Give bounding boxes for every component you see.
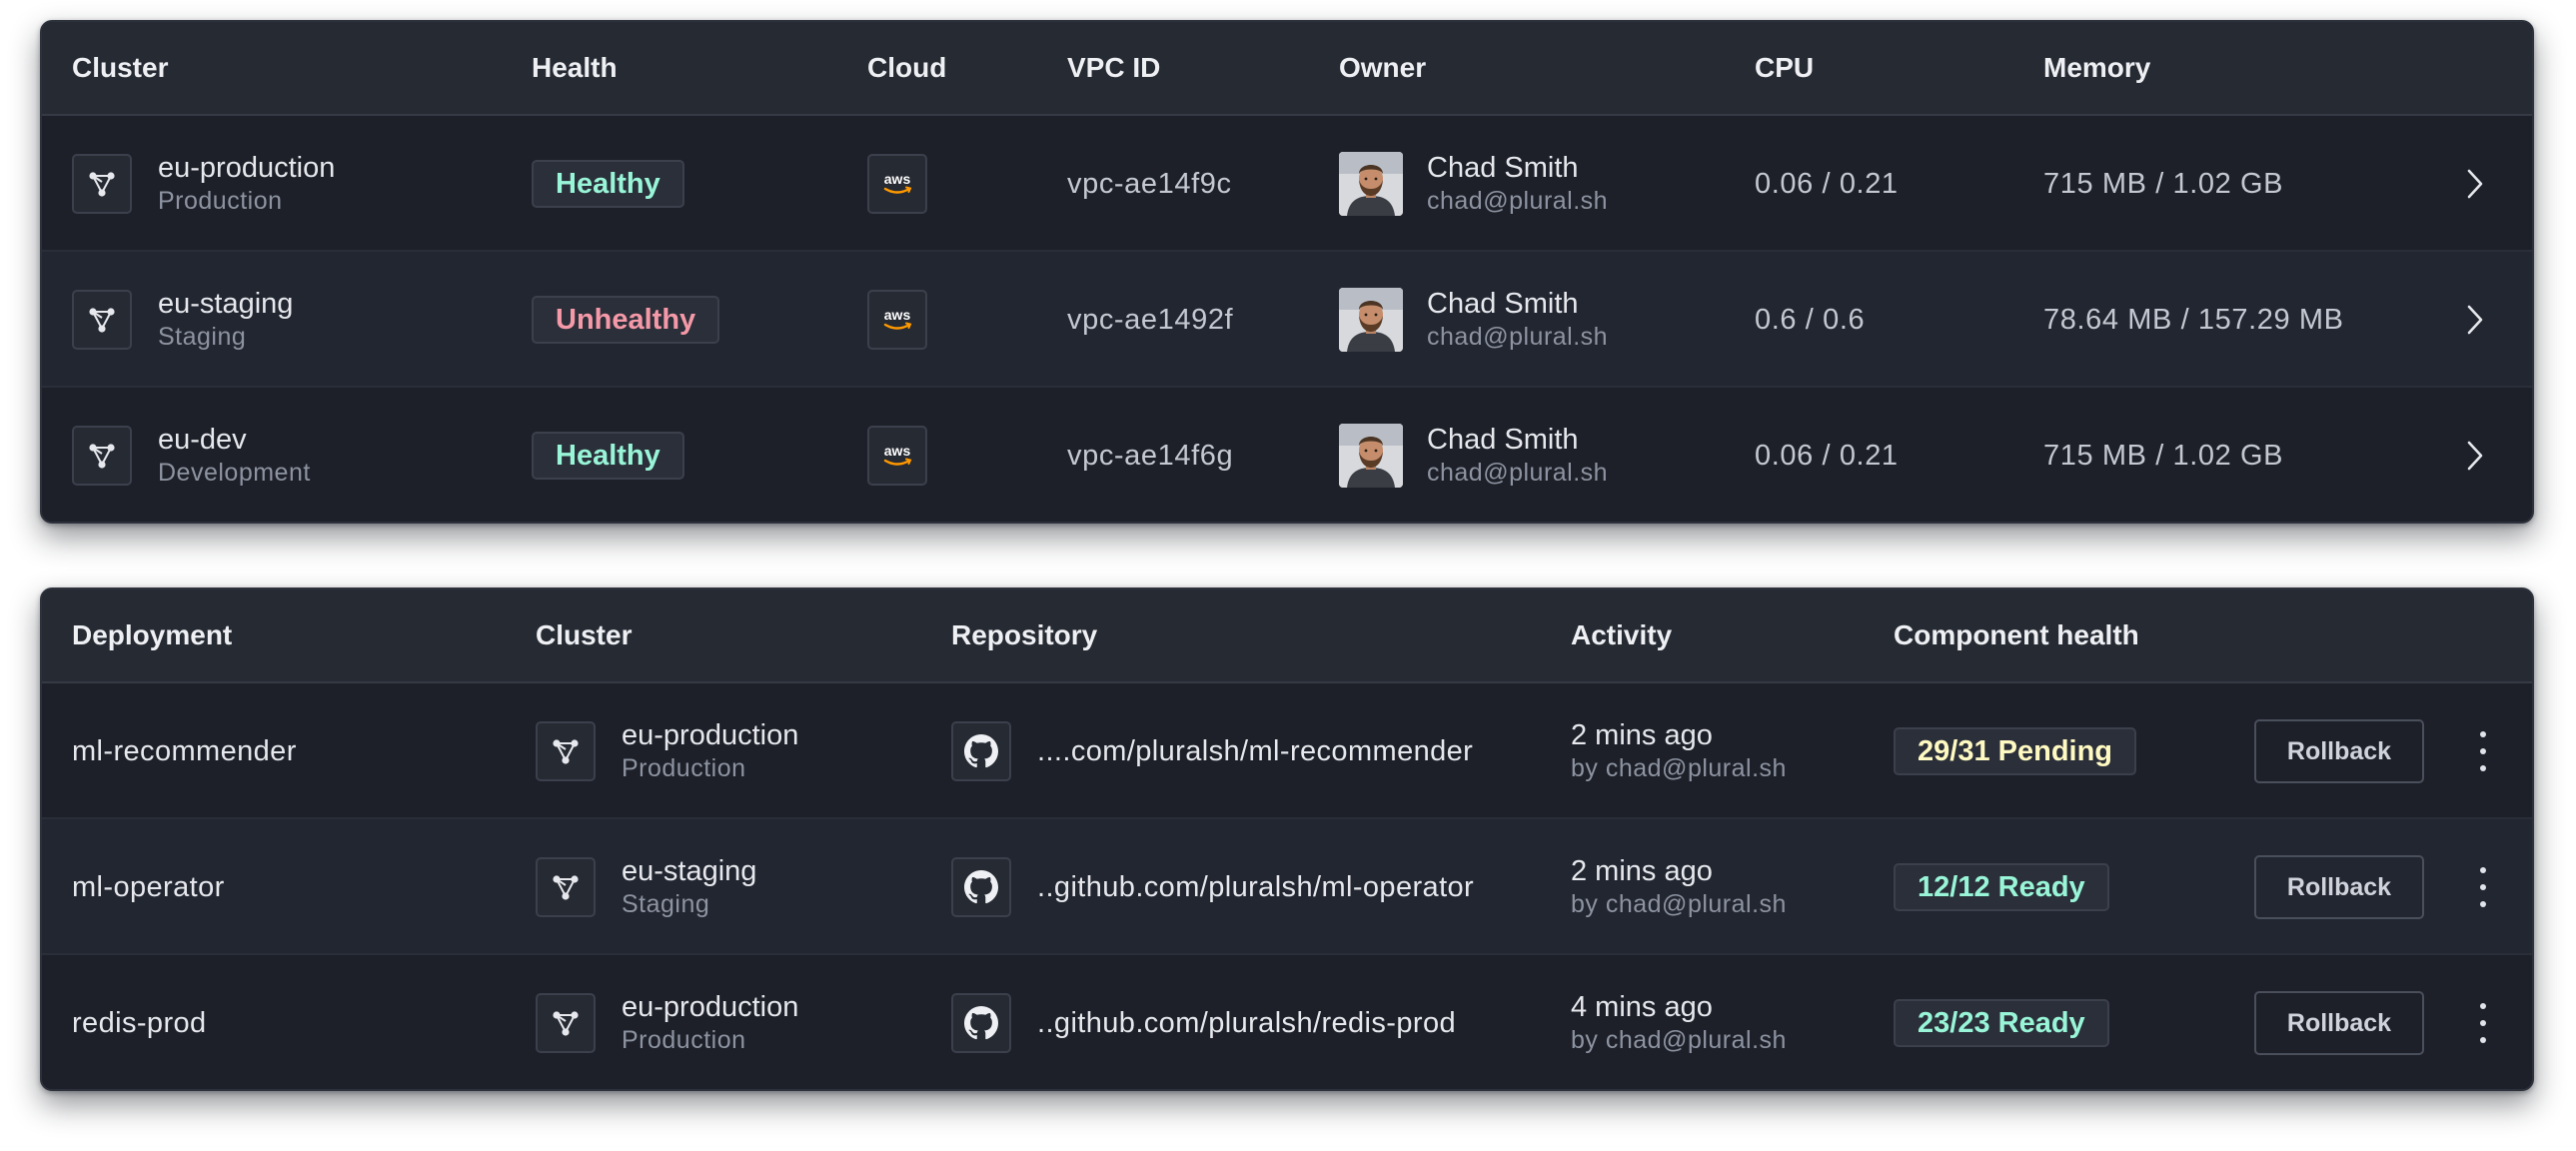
chevron-right-icon[interactable] xyxy=(2462,116,2488,252)
cluster-name: eu-production xyxy=(158,152,336,184)
more-vertical-icon[interactable] xyxy=(2476,683,2490,819)
chevron-right-icon[interactable] xyxy=(2462,252,2488,388)
owner-email: chad@plural.sh xyxy=(1427,459,1609,487)
cluster-environment: Production xyxy=(158,187,283,215)
header-deployment[interactable]: Deployment xyxy=(72,589,232,681)
cluster-icon xyxy=(536,993,596,1053)
cluster-icon xyxy=(72,154,132,214)
repository-link[interactable]: ..github.com/pluralsh/redis-prod xyxy=(1037,1006,1456,1040)
cluster-icon xyxy=(536,721,596,781)
vpc-id: vpc-ae14f9c xyxy=(1067,167,1232,200)
cluster-icon xyxy=(536,857,596,917)
header-cpu[interactable]: CPU xyxy=(1755,22,1814,114)
header-cloud[interactable]: Cloud xyxy=(867,22,946,114)
rollback-button[interactable]: Rollback xyxy=(2254,991,2424,1055)
svg-text:aws: aws xyxy=(884,171,911,187)
deployments-table-header: Deployment Cluster Repository Activity C… xyxy=(42,589,2532,683)
deployment-row[interactable]: ml-recommender eu-production Production...… xyxy=(42,683,2532,819)
aws-logo-icon: aws xyxy=(867,290,927,350)
more-vertical-icon[interactable] xyxy=(2476,819,2490,955)
deployments-table: Deployment Cluster Repository Activity C… xyxy=(40,587,2534,1091)
header-component-health[interactable]: Component health xyxy=(1894,589,2139,681)
activity-time: 2 mins ago xyxy=(1571,719,1713,751)
cluster-icon xyxy=(72,290,132,350)
deployment-row[interactable]: redis-prod eu-production Production ..githu… xyxy=(42,955,2532,1089)
health-badge: Unhealthy xyxy=(532,296,720,344)
header-repository[interactable]: Repository xyxy=(951,589,1097,681)
github-icon xyxy=(951,857,1011,917)
owner-avatar xyxy=(1339,288,1403,352)
cpu-usage: 0.06 / 0.21 xyxy=(1755,439,1899,472)
vpc-id: vpc-ae14f6g xyxy=(1067,439,1234,472)
cluster-row[interactable]: eu-dev Development Healthy aws vpc-ae14f6g Ch… xyxy=(42,388,2532,522)
deployment-row[interactable]: ml-operator eu-staging Staging ..github.com… xyxy=(42,819,2532,955)
aws-logo-icon: aws xyxy=(867,154,927,214)
aws-logo-icon: aws xyxy=(867,426,927,486)
cluster-name: eu-staging xyxy=(158,288,294,320)
header-owner[interactable]: Owner xyxy=(1339,22,1426,114)
cluster-environment: Development xyxy=(158,459,311,487)
clusters-table-header: Cluster Health Cloud VPC ID Owner CPU Me… xyxy=(42,22,2532,116)
cluster-name: eu-production xyxy=(622,719,799,751)
github-icon xyxy=(951,993,1011,1053)
component-health-badge: 29/31 Pending xyxy=(1894,727,2137,775)
cpu-usage: 0.06 / 0.21 xyxy=(1755,167,1899,200)
component-health-badge: 23/23 Ready xyxy=(1894,999,2109,1047)
health-badge: Healthy xyxy=(532,432,684,480)
rollback-button[interactable]: Rollback xyxy=(2254,855,2424,919)
header-cluster[interactable]: Cluster xyxy=(72,22,168,114)
repository-link[interactable]: ..github.com/pluralsh/ml-operator xyxy=(1037,870,1474,904)
cluster-environment: Staging xyxy=(622,890,710,918)
owner-email: chad@plural.sh xyxy=(1427,323,1609,351)
header-health[interactable]: Health xyxy=(532,22,618,114)
header-memory[interactable]: Memory xyxy=(2043,22,2150,114)
memory-usage: 715 MB / 1.02 GB xyxy=(2043,439,2284,472)
cluster-environment: Production xyxy=(622,754,746,782)
owner-avatar xyxy=(1339,424,1403,488)
rollback-button[interactable]: Rollback xyxy=(2254,719,2424,783)
activity-user: by chad@plural.sh xyxy=(1571,754,1787,782)
repository-link[interactable]: ....com/pluralsh/ml-recommender xyxy=(1037,734,1473,768)
owner-name: Chad Smith xyxy=(1427,424,1579,456)
owner-avatar xyxy=(1339,152,1403,216)
memory-usage: 78.64 MB / 157.29 MB xyxy=(2043,303,2344,336)
health-badge: Healthy xyxy=(532,160,684,208)
cluster-name: eu-staging xyxy=(622,855,757,887)
deployment-name: ml-operator xyxy=(72,870,225,903)
deployment-name: ml-recommender xyxy=(72,734,297,767)
activity-user: by chad@plural.sh xyxy=(1571,890,1787,918)
cluster-row[interactable]: eu-staging Staging Unhealthy aws vpc-ae1492f… xyxy=(42,252,2532,388)
owner-name: Chad Smith xyxy=(1427,152,1579,184)
more-vertical-icon[interactable] xyxy=(2476,955,2490,1089)
header-activity[interactable]: Activity xyxy=(1571,589,1672,681)
cluster-name: eu-production xyxy=(622,991,799,1023)
cpu-usage: 0.6 / 0.6 xyxy=(1755,303,1866,336)
owner-name: Chad Smith xyxy=(1427,288,1579,320)
cluster-environment: Production xyxy=(622,1026,746,1054)
svg-text:aws: aws xyxy=(884,443,911,459)
activity-time: 2 mins ago xyxy=(1571,855,1713,887)
activity-time: 4 mins ago xyxy=(1571,991,1713,1023)
header-vpc-id[interactable]: VPC ID xyxy=(1067,22,1160,114)
cluster-name: eu-dev xyxy=(158,424,247,456)
header-cluster[interactable]: Cluster xyxy=(536,589,632,681)
cluster-row[interactable]: eu-production Production Healthy aws vpc-ae1… xyxy=(42,116,2532,252)
chevron-right-icon[interactable] xyxy=(2462,388,2488,522)
clusters-table: Cluster Health Cloud VPC ID Owner CPU Me… xyxy=(40,20,2534,524)
activity-user: by chad@plural.sh xyxy=(1571,1026,1787,1054)
cluster-environment: Staging xyxy=(158,323,247,351)
vpc-id: vpc-ae1492f xyxy=(1067,303,1234,336)
cluster-icon xyxy=(72,426,132,486)
component-health-badge: 12/12 Ready xyxy=(1894,863,2109,911)
memory-usage: 715 MB / 1.02 GB xyxy=(2043,167,2284,200)
deployment-name: redis-prod xyxy=(72,1006,207,1039)
svg-text:aws: aws xyxy=(884,307,911,323)
owner-email: chad@plural.sh xyxy=(1427,187,1609,215)
github-icon xyxy=(951,721,1011,781)
